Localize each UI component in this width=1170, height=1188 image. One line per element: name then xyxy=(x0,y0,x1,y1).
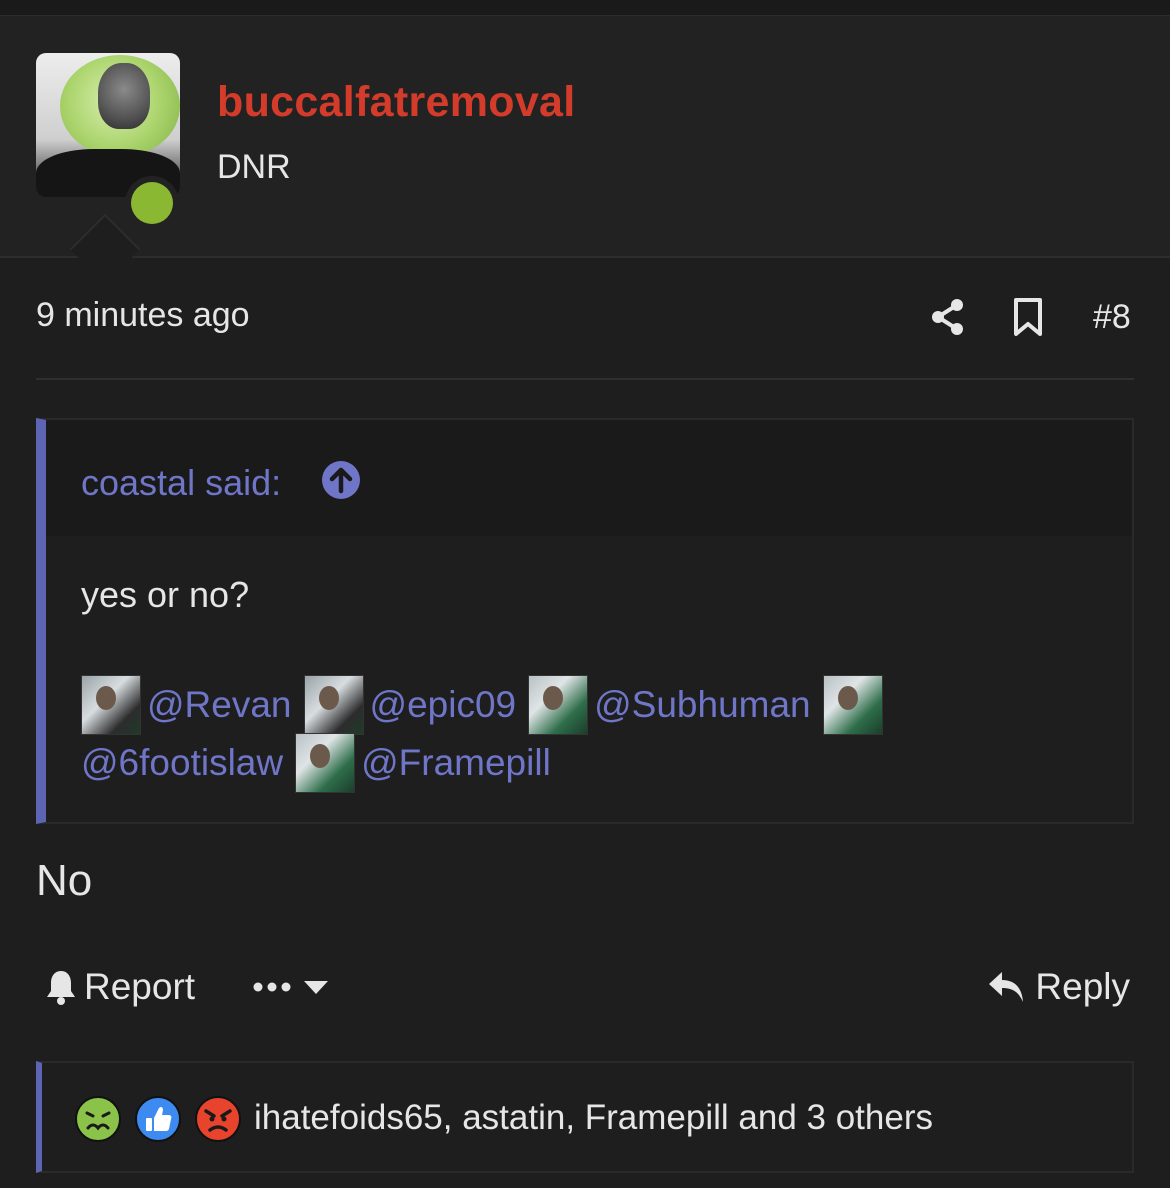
bookmark-icon[interactable] xyxy=(1012,297,1044,337)
mention-link[interactable]: @6footislaw xyxy=(81,742,283,784)
jump-to-quote-icon[interactable] xyxy=(321,460,361,500)
post-number[interactable]: #8 xyxy=(1093,298,1131,337)
mention-image xyxy=(303,675,364,735)
divider xyxy=(36,378,1134,380)
mention-image xyxy=(81,675,141,735)
reaction-icons xyxy=(74,1095,254,1143)
report-label: Report xyxy=(84,966,196,1007)
quote-block: coastal said: yes or no? @Revan @epic09 … xyxy=(36,418,1134,824)
share-icon[interactable] xyxy=(930,297,966,337)
online-status-indicator xyxy=(125,176,179,230)
post-body: No xyxy=(36,856,93,905)
avatar[interactable] xyxy=(36,53,180,197)
reply-label: Reply xyxy=(1035,966,1130,1007)
bell-icon xyxy=(47,971,75,1005)
username[interactable]: buccalfatremoval xyxy=(217,78,576,127)
user-title: DNR xyxy=(217,148,291,186)
top-bar-edge xyxy=(0,0,1170,16)
reply-icon xyxy=(989,972,1024,1002)
reactions-bar[interactable]: ihatefoids65, astatin, Framepill and 3 o… xyxy=(36,1061,1134,1173)
reaction-summary[interactable]: ihatefoids65, astatin, Framepill and 3 o… xyxy=(254,1098,933,1138)
sick-reaction-icon xyxy=(74,1095,122,1143)
avatar-face xyxy=(98,63,150,129)
quote-header: coastal said: xyxy=(46,420,1132,536)
mention-image xyxy=(528,675,589,735)
online-dot-icon xyxy=(131,182,173,224)
post-actions: Report Reply xyxy=(0,960,1170,1020)
like-reaction-icon xyxy=(134,1095,182,1143)
report-button[interactable]: Report xyxy=(44,966,195,1008)
mention-image xyxy=(822,675,883,735)
mention-link[interactable]: @Framepill xyxy=(361,742,551,784)
reply-button[interactable]: Reply xyxy=(987,966,1130,1008)
user-info-block: buccalfatremoval DNR xyxy=(0,16,1170,258)
mention-image xyxy=(295,733,356,793)
quote-text: yes or no? xyxy=(81,574,250,615)
mention-line-2: @6footislaw @Framepill xyxy=(81,732,563,794)
angry-reaction-icon xyxy=(194,1095,242,1143)
mention-link[interactable]: @Subhuman xyxy=(594,684,811,726)
quote-attribution[interactable]: coastal said: xyxy=(81,462,281,504)
mention-line-1: @Revan @epic09 @Subhuman xyxy=(81,674,889,736)
post-timestamp[interactable]: 9 minutes ago xyxy=(36,296,250,335)
more-options-icon[interactable] xyxy=(252,972,332,1002)
mention-link[interactable]: @Revan xyxy=(147,684,292,726)
mention-link[interactable]: @epic09 xyxy=(370,684,517,726)
